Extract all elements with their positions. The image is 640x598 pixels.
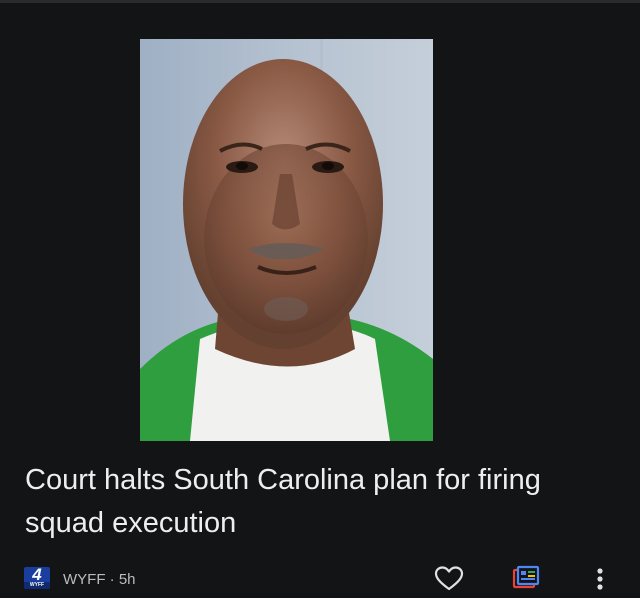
heart-outline-icon <box>434 566 464 591</box>
article-photo[interactable] <box>140 39 433 441</box>
more-options-button[interactable] <box>588 565 612 593</box>
article-headline[interactable]: Court halts South Carolina plan for firi… <box>25 459 615 545</box>
like-button[interactable] <box>433 565 465 593</box>
source-byline[interactable]: WYFF · 5h <box>63 571 136 588</box>
full-coverage-icon <box>512 565 540 589</box>
full-coverage-button[interactable] <box>510 565 542 593</box>
news-card[interactable]: Court halts South Carolina plan for firi… <box>0 3 640 593</box>
more-vert-icon <box>597 568 603 590</box>
article-meta-row: 4 WYFF WYFF · 5h <box>0 559 640 596</box>
source-logo: 4 WYFF <box>24 567 50 589</box>
source-logo-text: WYFF <box>24 582 50 589</box>
portrait-photo-image <box>140 39 433 441</box>
